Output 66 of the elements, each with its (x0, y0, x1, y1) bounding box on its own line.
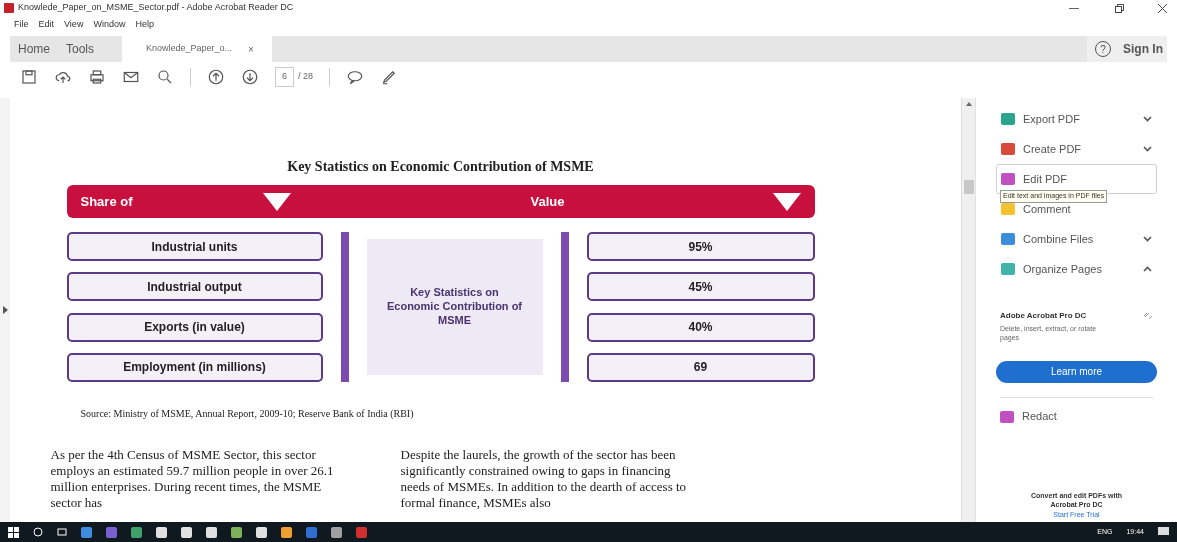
chevron-down-icon[interactable] (1143, 146, 1152, 152)
comment-icon[interactable] (346, 68, 365, 86)
value-box: 95% (586, 232, 815, 261)
save-icon[interactable] (20, 68, 38, 86)
taskbar-app-icon[interactable] (256, 526, 267, 538)
share-label-box: Industrial output (66, 272, 323, 302)
chevron-down-icon[interactable] (1143, 116, 1152, 122)
scroll-up-icon[interactable] (965, 102, 972, 106)
search-icon[interactable] (33, 527, 43, 537)
tool-item[interactable]: Organize Pages (996, 254, 1157, 284)
center-panel: Key Statistics on Economic Contribution of MSME (366, 239, 543, 375)
next-page-icon[interactable] (241, 68, 259, 86)
taskbar-app-icon[interactable] (281, 526, 292, 538)
link-icon[interactable] (1143, 311, 1153, 321)
previous-page-icon[interactable] (207, 68, 225, 86)
tab-close-button[interactable]: × (248, 41, 254, 57)
value-box: 40% (586, 312, 815, 342)
menu-item[interactable]: File (14, 18, 29, 32)
learn-more-button[interactable]: Learn more (996, 360, 1157, 383)
tool-item[interactable]: Redact (1000, 401, 1153, 432)
promo-title: Adobe Acrobat Pro DC (1000, 310, 1087, 322)
body-paragraph: Despite the laurels, the growth of the sector has been significantly constrained owing to gaps in financing needs of MSMEs. In addition to the dearth of access to formal finance, MSMEs also (400, 447, 688, 511)
share-label-box: Employment (in millions) (66, 353, 323, 382)
print-icon[interactable] (88, 68, 106, 86)
tool-item[interactable]: Create PDF (996, 134, 1157, 164)
page-number-field[interactable]: 6 (275, 67, 294, 87)
tab[interactable]: Knowlede_Paper_o... × (122, 36, 273, 62)
menu-item[interactable]: Help (135, 18, 154, 32)
value-box: 45% (586, 272, 815, 302)
scroll-thumb[interactable] (963, 180, 974, 194)
app-icon (4, 3, 14, 13)
sign-in-button[interactable]: Sign In (1123, 40, 1163, 58)
minimize-icon[interactable] (1069, 7, 1079, 9)
taskbar-app-icon[interactable] (231, 526, 242, 538)
expand-left-icon[interactable] (2, 306, 8, 314)
tool-item[interactable]: Export PDF (996, 104, 1157, 134)
restore-icon[interactable] (1115, 3, 1124, 13)
taskbar-app-icon[interactable] (181, 526, 192, 538)
share-label-box: Industrial units (66, 232, 323, 261)
taskbar-app-icon[interactable] (331, 526, 342, 538)
taskbar-app-icon[interactable] (206, 526, 217, 538)
tab[interactable]: Home (10, 36, 58, 62)
menu-item[interactable]: View (64, 18, 84, 32)
notification-icon[interactable] (1158, 527, 1169, 537)
chevron-up-icon[interactable] (1143, 266, 1152, 272)
share-label-box: Exports (in value) (66, 312, 323, 342)
taskbar-app-icon[interactable] (156, 526, 167, 538)
source-note: Source: Ministry of MSME, Annual Report, 2009-10; Reserve Bank of India (RBI) (79, 407, 415, 421)
windows-start-icon[interactable] (8, 526, 19, 538)
share-of-header: Share of (80, 192, 133, 211)
value-header: Value (530, 192, 565, 211)
dropdown-triangle-icon (772, 192, 801, 211)
window-title: Knowlede_Paper_on_MSME_Sector.pdf - Adobe Acrobat Reader DC (18, 1, 294, 15)
menu-item[interactable]: Window (93, 18, 126, 32)
value-box: 69 (586, 353, 815, 382)
page-count: / 28 (298, 70, 314, 84)
taskbar-app-icon[interactable] (131, 526, 142, 538)
dropdown-triangle-icon (262, 192, 291, 211)
chevron-down-icon[interactable] (1143, 236, 1152, 242)
document-heading: Key Statistics on Economic Contribution of MSME (287, 158, 594, 176)
tab[interactable]: Tools (58, 36, 103, 62)
task-view-icon[interactable] (57, 527, 67, 537)
body-paragraph: As per the 4th Census of MSME Sector, this sector employs an estimated 59.7 million people in over 26.1 million enterprises. During recent times, the MSME sector has (50, 447, 335, 511)
close-icon[interactable] (1158, 3, 1167, 13)
tool-item[interactable]: Combine Files (996, 224, 1157, 254)
menu-item[interactable]: Edit (38, 18, 55, 32)
